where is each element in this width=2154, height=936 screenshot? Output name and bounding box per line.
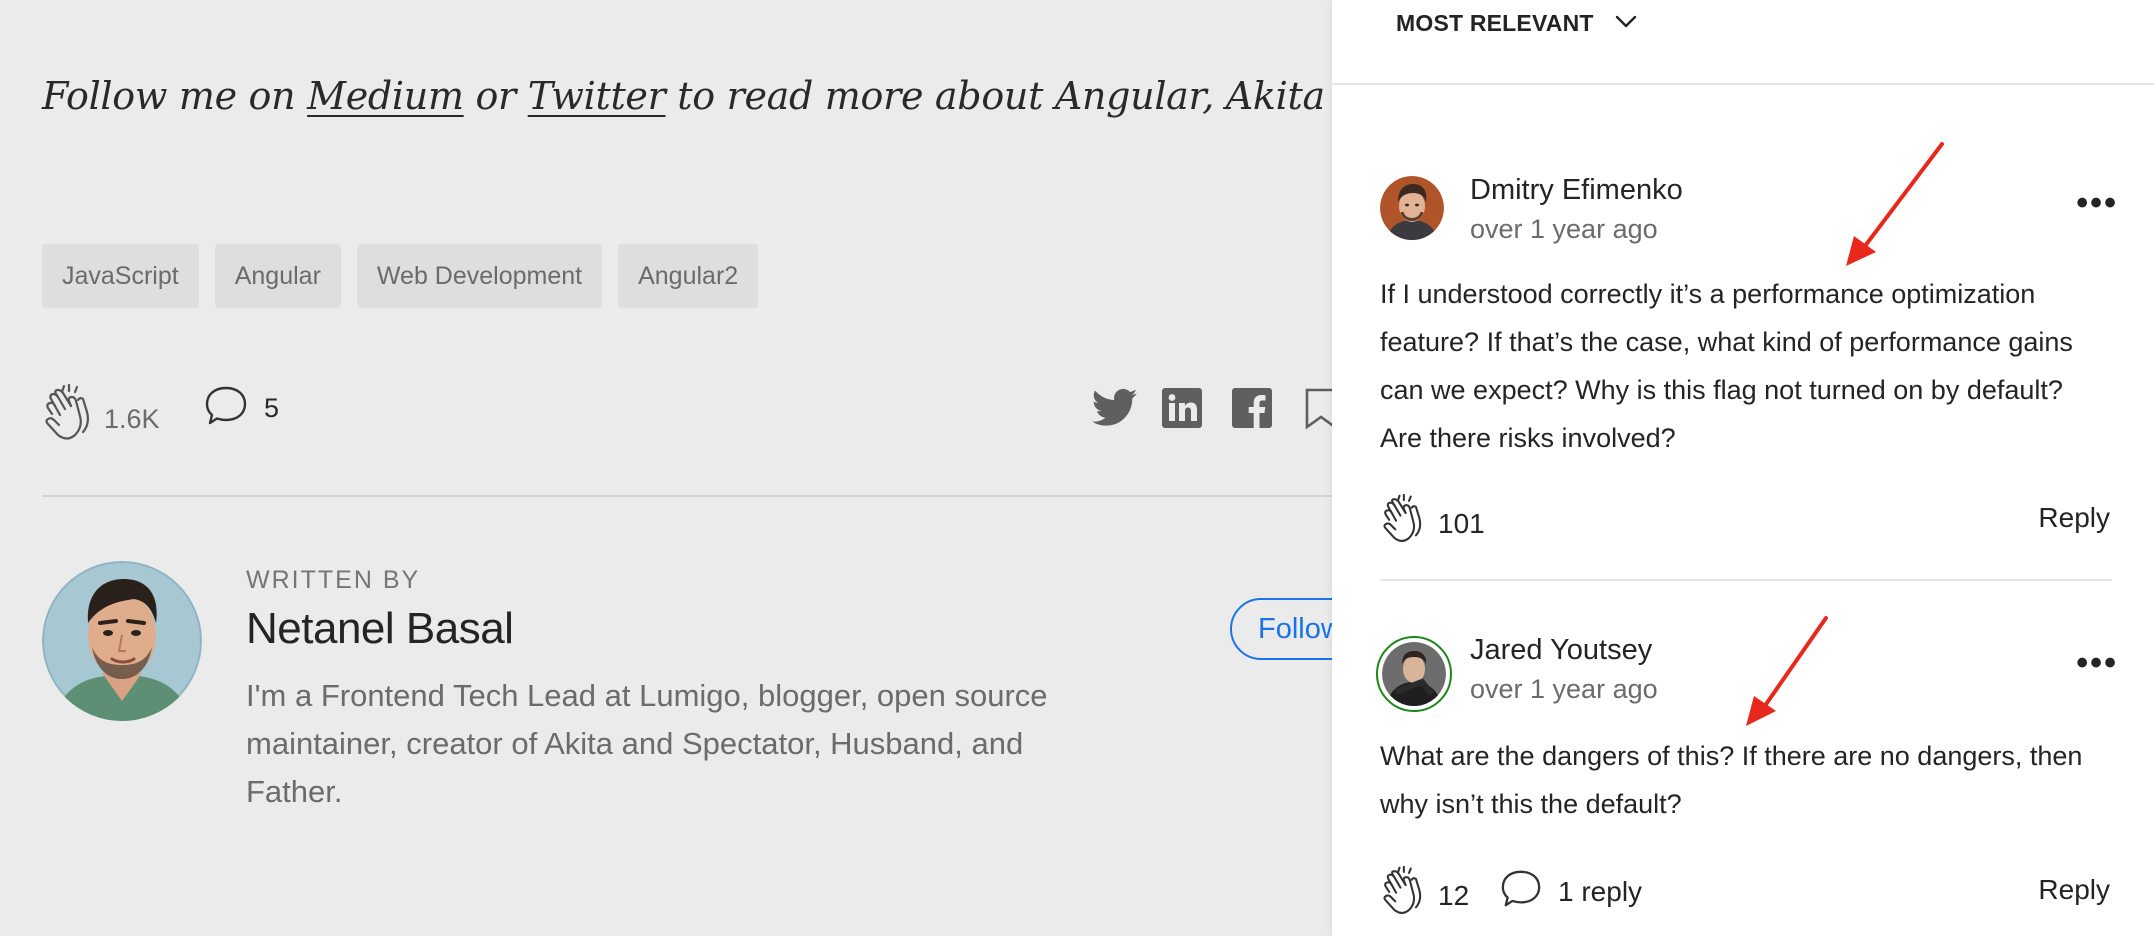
- comment-avatar[interactable]: [1380, 176, 1444, 240]
- chevron-down-icon: [1614, 13, 1638, 34]
- comment-text: If I understood correctly it’s a perform…: [1380, 279, 2073, 453]
- responses-count: 5: [264, 393, 280, 423]
- comment-time: over 1 year ago: [1470, 674, 1658, 704]
- follow-button[interactable]: Follow: [1230, 598, 1332, 660]
- panel-divider: [1332, 83, 2154, 85]
- comment-footer: 101 Reply: [1380, 493, 2110, 554]
- show-replies-button[interactable]: 1 reply: [1500, 868, 1642, 915]
- clap-icon: [1380, 493, 1426, 549]
- author-avatar[interactable]: [42, 561, 202, 721]
- medium-link[interactable]: Medium: [307, 74, 464, 118]
- clap-button[interactable]: 1.6K: [42, 383, 160, 447]
- follow-prefix: Follow me on: [42, 74, 308, 118]
- comment-time: over 1 year ago: [1470, 214, 1658, 244]
- clap-icon: [42, 383, 94, 447]
- comment-text: What are the dangers of this? If there a…: [1380, 741, 2083, 819]
- tag-javascript[interactable]: JavaScript: [42, 244, 199, 308]
- section-divider: [42, 495, 1332, 497]
- annotation-arrow: [1746, 616, 1828, 726]
- linkedin-icon[interactable]: [1162, 388, 1202, 433]
- tag-angular[interactable]: Angular: [214, 244, 341, 308]
- reply-button[interactable]: Reply: [2038, 502, 2110, 534]
- clap-icon: [1380, 865, 1426, 921]
- comment-clap-count: 12: [1438, 879, 1470, 911]
- comment-avatar[interactable]: [1376, 636, 1452, 712]
- sort-label: MOST RELEVANT: [1396, 10, 1594, 36]
- author-name[interactable]: Netanel Basal: [246, 604, 514, 654]
- comment-clap-count: 101: [1438, 507, 1485, 539]
- follow-me-line: Follow me on Medium or Twitter to read m…: [42, 74, 1332, 118]
- article-area: Follow me on Medium or Twitter to read m…: [0, 0, 1332, 936]
- responses-panel: MOST RELEVANT Dmitry Efimenko over 1 yea…: [1332, 0, 2154, 936]
- tag-angular2[interactable]: Angular2: [618, 244, 759, 308]
- comment-item: Dmitry Efimenko over 1 year ago ••• If I…: [1380, 174, 2116, 574]
- comment-bubble-icon: [1500, 868, 1542, 915]
- follow-mid: or: [463, 74, 528, 118]
- responses-button[interactable]: 5: [204, 384, 279, 433]
- facebook-icon[interactable]: [1232, 388, 1272, 433]
- comment-footer: 12 1 reply Reply: [1380, 865, 2110, 926]
- bookmark-icon[interactable]: [1304, 388, 1332, 435]
- comment-author[interactable]: Jared Youtsey: [1470, 634, 1652, 667]
- comment-divider: [1380, 579, 2112, 581]
- comment-author[interactable]: Dmitry Efimenko: [1470, 174, 1683, 207]
- twitter-icon[interactable]: [1091, 388, 1138, 433]
- comment-clap-button[interactable]: 12: [1380, 865, 1470, 921]
- reply-count: 1 reply: [1558, 875, 1643, 907]
- sort-dropdown[interactable]: MOST RELEVANT: [1396, 10, 1638, 37]
- reply-button[interactable]: Reply: [2038, 874, 2110, 906]
- annotation-arrow: [1846, 142, 1944, 266]
- twitter-link[interactable]: Twitter: [528, 74, 666, 118]
- tag-web-development[interactable]: Web Development: [356, 244, 603, 308]
- more-options-icon[interactable]: •••: [2076, 644, 2118, 683]
- article-actions: 1.6K 5: [42, 383, 1332, 447]
- more-options-icon[interactable]: •••: [2076, 184, 2118, 223]
- comment-bubble-icon: [204, 384, 248, 433]
- follow-suffix: to read more about Angular, Akita and JS…: [677, 74, 1332, 118]
- author-bio: I'm a Frontend Tech Lead at Lumigo, blog…: [246, 678, 1048, 809]
- comment-clap-button[interactable]: 101: [1380, 493, 1485, 549]
- written-by-label: WRITTEN BY: [246, 566, 421, 594]
- clap-count: 1.6K: [104, 404, 160, 434]
- tag-list: JavaScript Angular Web Development Angul…: [42, 244, 759, 308]
